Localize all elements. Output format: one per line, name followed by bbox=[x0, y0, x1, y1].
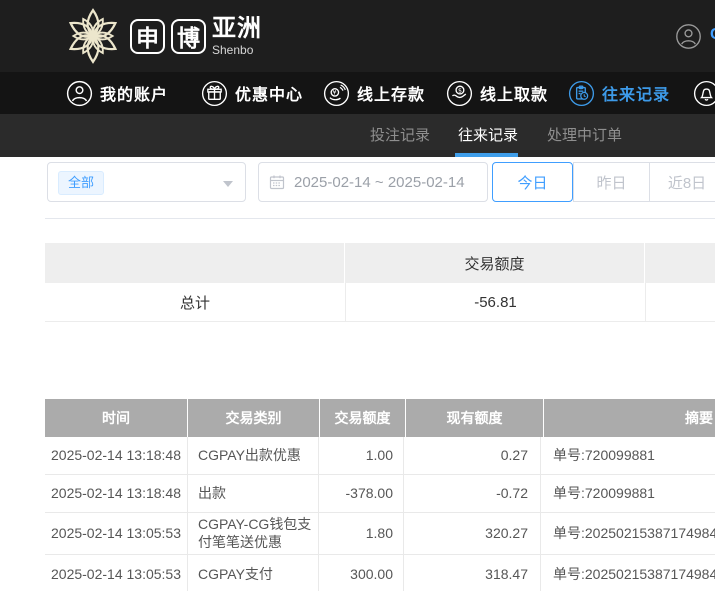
cell-balance: -0.72 bbox=[403, 475, 540, 513]
summary-header-empty bbox=[45, 243, 344, 283]
site-logo[interactable]: 申 博 亚洲 Shenbo bbox=[62, 5, 262, 67]
records-table: 时间 交易类别 交易额度 现有额度 摘要 2025-02-14 13:18:48… bbox=[45, 399, 715, 591]
nav-label: 优惠中心 bbox=[235, 81, 303, 105]
col-header-balance: 现有额度 bbox=[406, 399, 543, 437]
table-row: 2025-02-14 13:18:48 出款 -378.00 -0.72 单号:… bbox=[45, 475, 715, 513]
col-header-time: 时间 bbox=[45, 399, 187, 437]
withdraw-hand-coin-icon: $ bbox=[446, 80, 473, 107]
tab-pending-orders[interactable]: 处理中订单 bbox=[547, 114, 622, 157]
page: 申 博 亚洲 Shenbo C 我的账户 bbox=[0, 0, 715, 591]
nav-item-promotions[interactable]: 优惠中心 bbox=[201, 72, 303, 114]
nav-label: 线上存款 bbox=[357, 81, 425, 105]
cell-amount: 1.00 bbox=[318, 437, 403, 475]
lotus-flower-icon bbox=[62, 5, 124, 67]
user-circle-icon bbox=[66, 80, 93, 107]
table-row: 2025-02-14 13:18:48 CGPAY出款优惠 1.00 0.27 … bbox=[45, 437, 715, 475]
cell-memo: 单号:202502153871749843 bbox=[540, 513, 715, 555]
summary-header-row: 交易额度 bbox=[45, 243, 715, 283]
summary-header-amount: 交易额度 bbox=[345, 243, 644, 283]
nav-item-online-deposit[interactable]: ¥ 线上存款 bbox=[323, 72, 425, 114]
cell-memo: 单号:202502153871749843 bbox=[540, 555, 715, 591]
active-tab-underline bbox=[455, 153, 518, 157]
cell-memo: 单号:720099881 bbox=[540, 475, 715, 513]
cell-type: CGPAY支付 bbox=[187, 555, 318, 591]
table-row: 2025-02-14 13:05:53 CGPAY支付 300.00 318.4… bbox=[45, 555, 715, 591]
top-brand-bar: 申 博 亚洲 Shenbo C bbox=[0, 0, 715, 72]
records-header-row: 时间 交易类别 交易额度 现有额度 摘要 bbox=[45, 399, 715, 437]
gift-icon bbox=[201, 80, 228, 107]
cell-type: CGPAY出款优惠 bbox=[187, 437, 318, 475]
summary-total-empty bbox=[645, 283, 715, 322]
nav-item-announcements[interactable] bbox=[693, 72, 715, 114]
cell-amount: -378.00 bbox=[318, 475, 403, 513]
date-range-input[interactable]: 2025-02-14 ~ 2025-02-14 bbox=[258, 162, 488, 202]
summary-total-row: 总计 -56.81 bbox=[45, 283, 715, 322]
brand-region-text: 亚洲 bbox=[212, 17, 262, 41]
nav-label: 我的账户 bbox=[100, 81, 168, 105]
cell-time: 2025-02-14 13:18:48 bbox=[45, 437, 187, 475]
nav-label: 往来记录 bbox=[602, 81, 670, 105]
table-row: 2025-02-14 13:05:53 CGPAY-CG钱包支付笔笔送优惠 1.… bbox=[45, 513, 715, 555]
cell-time: 2025-02-14 13:18:48 bbox=[45, 475, 187, 513]
selected-type-tag: 全部 bbox=[58, 171, 104, 195]
col-header-type: 交易类别 bbox=[188, 399, 319, 437]
nav-label: 线上取款 bbox=[480, 81, 548, 105]
logo-char-box-2: 博 bbox=[171, 19, 206, 54]
summary-total-value: -56.81 bbox=[345, 283, 645, 322]
col-header-amount: 交易额度 bbox=[320, 399, 405, 437]
date-range-value: 2025-02-14 ~ 2025-02-14 bbox=[294, 174, 465, 191]
quick-range-8days-button[interactable]: 近8日 bbox=[649, 163, 715, 201]
records-subnav: 投注记录 往来记录 处理中订单 bbox=[0, 114, 715, 157]
cell-time: 2025-02-14 13:05:53 bbox=[45, 555, 187, 591]
username-label: C bbox=[710, 26, 715, 44]
col-header-memo: 摘要 bbox=[544, 399, 715, 437]
tab-transaction-records[interactable]: 往来记录 bbox=[458, 114, 518, 157]
quick-range-yesterday-button[interactable]: 昨日 bbox=[574, 163, 649, 201]
cell-amount: 300.00 bbox=[318, 555, 403, 591]
cell-amount: 1.80 bbox=[318, 513, 403, 555]
records-clipboard-clock-icon bbox=[568, 80, 595, 107]
cell-time: 2025-02-14 13:05:53 bbox=[45, 513, 187, 555]
cell-type: 出款 bbox=[187, 475, 318, 513]
user-avatar-icon[interactable] bbox=[675, 23, 702, 50]
main-nav: 我的账户 优惠中心 bbox=[0, 72, 715, 114]
calendar-icon bbox=[269, 174, 285, 190]
svg-text:¥: ¥ bbox=[333, 89, 337, 96]
logo-char-box-1: 申 bbox=[130, 19, 165, 54]
tab-betting-records[interactable]: 投注记录 bbox=[370, 114, 430, 157]
bell-icon bbox=[693, 80, 715, 107]
nav-item-transaction-records[interactable]: 往来记录 bbox=[568, 72, 670, 114]
summary-total-label: 总计 bbox=[45, 283, 345, 322]
svg-text:$: $ bbox=[458, 87, 462, 94]
summary-table: 交易额度 总计 -56.81 bbox=[45, 243, 715, 322]
filter-divider bbox=[45, 218, 715, 219]
cell-balance: 0.27 bbox=[403, 437, 540, 475]
deposit-hand-coin-icon: ¥ bbox=[323, 80, 350, 107]
quick-range-today-button[interactable]: 今日 bbox=[492, 162, 573, 202]
brand-subtitle: Shenbo bbox=[212, 44, 262, 56]
summary-header-empty-2 bbox=[645, 243, 715, 283]
transaction-type-select[interactable]: 全部 bbox=[47, 162, 246, 202]
cell-type: CGPAY-CG钱包支付笔笔送优惠 bbox=[187, 513, 318, 555]
nav-item-online-withdraw[interactable]: $ 线上取款 bbox=[446, 72, 548, 114]
cell-balance: 318.47 bbox=[403, 555, 540, 591]
nav-item-my-account[interactable]: 我的账户 bbox=[66, 72, 168, 114]
quick-range-group: 昨日 近8日 bbox=[573, 162, 715, 202]
cell-memo: 单号:720099881 bbox=[540, 437, 715, 475]
cell-balance: 320.27 bbox=[403, 513, 540, 555]
chevron-down-icon bbox=[223, 181, 233, 187]
